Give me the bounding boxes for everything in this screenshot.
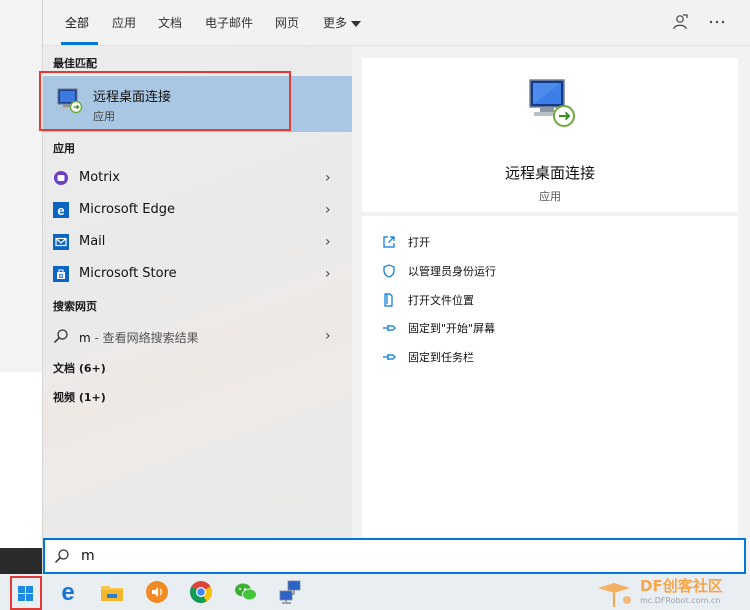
chevron-right-icon[interactable]: ›	[325, 234, 331, 250]
windows-start-icon	[18, 586, 33, 601]
highlight-outline	[39, 71, 291, 131]
category-videos[interactable]: 视频 (1+)	[53, 389, 106, 405]
folder-location-icon	[384, 293, 393, 307]
open-icon	[383, 236, 395, 248]
taskbar: e DF创客社区 mc.DFRobot.com.cn	[0, 574, 750, 610]
taskbar-network-app[interactable]	[276, 578, 304, 606]
chrome-icon	[190, 581, 212, 603]
file-explorer-icon	[101, 586, 123, 601]
tab-documents[interactable]: 文档	[158, 14, 182, 31]
apps-heading: 应用	[53, 142, 75, 155]
tab-all[interactable]: 全部	[65, 14, 89, 31]
edge-icon: e	[61, 579, 74, 606]
pin-start-icon	[383, 325, 396, 331]
store-icon	[53, 266, 69, 282]
shield-icon	[383, 264, 395, 278]
tab-more-label: 更多	[323, 16, 348, 30]
tab-web[interactable]: 网页	[275, 14, 299, 31]
action-label: 打开文件位置	[408, 294, 474, 307]
motrix-icon	[54, 171, 68, 185]
results-pane: 最佳匹配 远程桌面连接 应用 应用 Motrix › e Microsoft E…	[39, 46, 352, 538]
svg-text:e: e	[61, 579, 74, 606]
wechat-icon	[235, 583, 257, 601]
active-tab-indicator	[61, 42, 98, 45]
app-item-store[interactable]: Microsoft Store ›	[43, 258, 352, 290]
site-watermark: DF创客社区 mc.DFRobot.com.cn	[594, 574, 750, 610]
best-match-result[interactable]: 远程桌面连接 应用	[39, 71, 352, 132]
detail-pane: 远程桌面连接 应用 打开 以管理员身份运行 打开文件位置 固定到"开始"屏幕 固…	[352, 46, 750, 538]
detail-title: 远程桌面连接	[504, 164, 595, 182]
tab-apps[interactable]: 应用	[112, 14, 136, 31]
taskbar-audio-app[interactable]	[143, 578, 171, 606]
web-search-label: m - 查看网络搜索结果	[79, 329, 199, 346]
app-item-mail[interactable]: Mail ›	[43, 226, 352, 258]
chevron-right-icon[interactable]: ›	[325, 170, 331, 186]
action-label: 固定到任务栏	[408, 351, 474, 364]
detail-card: 远程桌面连接 应用	[362, 58, 738, 212]
edge-icon: e	[53, 202, 69, 218]
app-label: Microsoft Edge	[79, 202, 176, 217]
start-button[interactable]	[10, 576, 42, 610]
mail-icon	[53, 234, 69, 250]
search-icon	[53, 329, 68, 344]
web-search-result[interactable]: m - 查看网络搜索结果 ›	[43, 320, 352, 352]
taskbar-wechat[interactable]	[232, 578, 260, 606]
app-label: Mail	[79, 234, 106, 249]
action-label: 固定到"开始"屏幕	[408, 322, 496, 335]
search-panel: 全部 应用 文档 电子邮件 网页 更多 最佳匹配 远程桌面连接 应用 应用 Mo…	[39, 0, 750, 574]
app-item-edge[interactable]: e Microsoft Edge ›	[43, 194, 352, 226]
action-list: 打开 以管理员身份运行 打开文件位置 固定到"开始"屏幕 固定到任务栏	[362, 216, 738, 538]
detail-subtitle: 应用	[539, 190, 561, 203]
app-label: Microsoft Store	[79, 266, 177, 281]
tab-email[interactable]: 电子邮件	[205, 14, 253, 31]
search-input-value: m	[81, 548, 95, 564]
tab-more[interactable]: 更多	[323, 14, 362, 31]
chevron-right-icon[interactable]: ›	[325, 328, 331, 344]
audio-app-icon	[146, 581, 168, 603]
action-label: 打开	[408, 236, 430, 249]
web-search-suffix: - 查看网络搜索结果	[90, 331, 199, 345]
app-item-motrix[interactable]: Motrix ›	[43, 162, 352, 194]
chevron-right-icon[interactable]: ›	[325, 202, 331, 218]
pin-taskbar-icon	[383, 354, 396, 360]
best-match-heading: 最佳匹配	[53, 57, 97, 70]
watermark-url: mc.DFRobot.com.cn	[640, 596, 721, 605]
web-search-query: m	[79, 331, 91, 345]
web-search-heading: 搜索网页	[53, 300, 97, 313]
taskbar-edge[interactable]: e	[54, 578, 82, 606]
remote-desktop-icon	[529, 79, 575, 127]
category-documents[interactable]: 文档 (6+)	[53, 360, 106, 376]
taskbar-file-explorer[interactable]	[98, 578, 126, 606]
search-input[interactable]: m	[43, 538, 746, 574]
chevron-down-icon	[351, 20, 362, 27]
search-tabs: 全部 应用 文档 电子邮件 网页 更多	[43, 0, 750, 46]
feedback-icon[interactable]	[670, 13, 690, 33]
dfrobot-logo-icon	[598, 583, 631, 607]
action-label: 以管理员身份运行	[408, 265, 496, 278]
more-options-icon[interactable]	[707, 13, 727, 33]
chevron-right-icon[interactable]: ›	[325, 266, 331, 282]
taskbar-chrome[interactable]	[187, 578, 215, 606]
svg-text:e: e	[57, 203, 64, 218]
search-icon	[54, 549, 69, 564]
watermark-title: DF创客社区	[640, 577, 723, 595]
app-label: Motrix	[79, 170, 120, 185]
network-app-icon	[279, 580, 301, 604]
